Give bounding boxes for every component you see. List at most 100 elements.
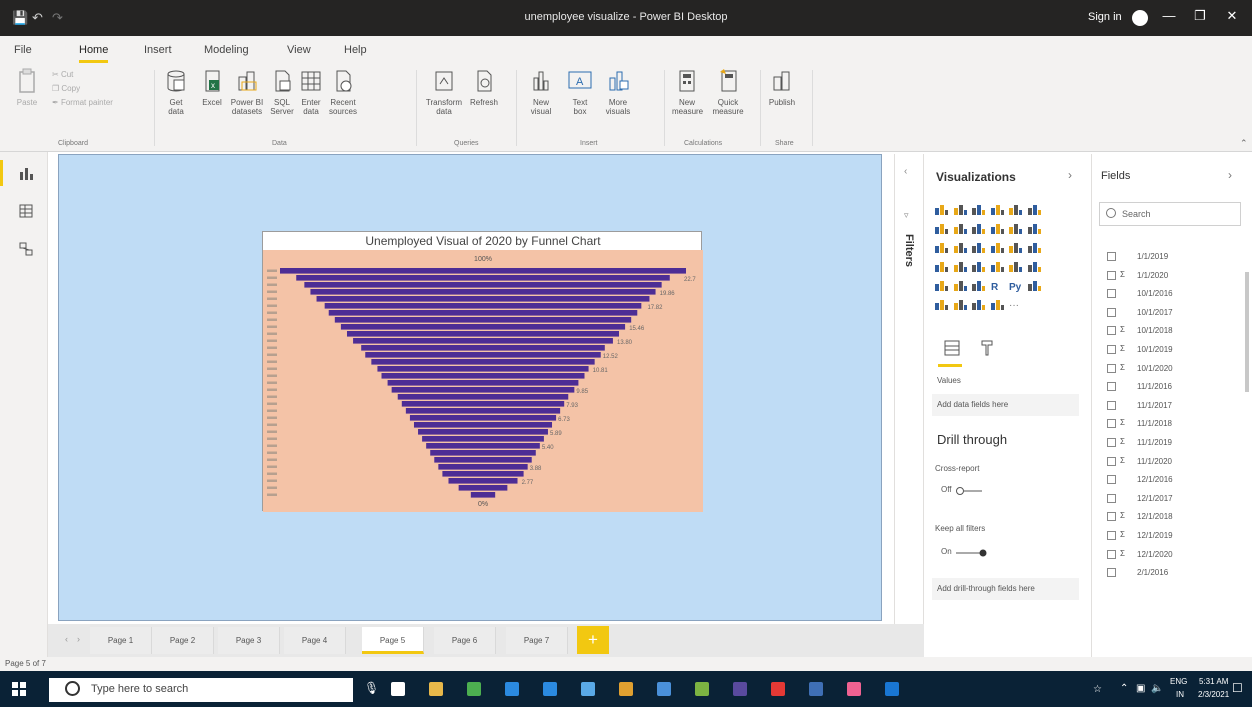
funnel-bar[interactable]	[365, 352, 601, 358]
kpi-icon[interactable]	[934, 279, 948, 292]
text-box-button[interactable]: A Text box	[566, 68, 594, 116]
publish-button[interactable]: Publish	[768, 68, 796, 107]
field-item[interactable]: 1/1/2019	[1106, 251, 1244, 271]
notifications-icon[interactable]: ☐	[1232, 681, 1243, 695]
field-item[interactable]: Σ 11/1/2019	[1106, 437, 1244, 457]
funnel-bar[interactable]	[434, 457, 532, 463]
key-influencers-icon[interactable]	[1027, 279, 1041, 292]
minimize-button[interactable]: —	[1159, 8, 1179, 23]
funnel-bar[interactable]	[422, 436, 544, 442]
data-view-icon[interactable]	[19, 204, 33, 218]
funnel-bar[interactable]	[397, 394, 569, 400]
maximize-button[interactable]: ❐	[1190, 8, 1210, 24]
field-item[interactable]: 12/1/2017	[1106, 493, 1244, 513]
field-item[interactable]: 11/1/2016	[1106, 381, 1244, 401]
funnel-bar[interactable]	[442, 471, 524, 477]
task-view-icon[interactable]	[389, 681, 407, 697]
clustered-column-icon[interactable]	[990, 203, 1004, 216]
funnel-bar[interactable]	[340, 324, 626, 330]
get-data-button[interactable]: Get data	[162, 68, 190, 116]
100-column-icon[interactable]	[1027, 203, 1041, 216]
avatar[interactable]	[1132, 10, 1148, 26]
funnel-bar[interactable]	[296, 275, 670, 281]
language-indicator[interactable]: ENG	[1170, 677, 1187, 686]
line-stacked-icon[interactable]	[1008, 222, 1022, 235]
funnel-bar[interactable]	[448, 478, 518, 484]
app-icon[interactable]	[883, 681, 901, 697]
field-checkbox[interactable]	[1107, 252, 1116, 261]
fields-scrollbar[interactable]	[1245, 272, 1249, 392]
tab-view[interactable]: View	[287, 44, 311, 56]
funnel-bar[interactable]	[405, 408, 561, 414]
page-tab[interactable]: Page 4	[284, 627, 346, 654]
cut-button[interactable]: ✂ Cut	[52, 70, 73, 79]
next-page-icon[interactable]: ›	[77, 634, 80, 644]
funnel-bar[interactable]	[346, 331, 620, 337]
app-icon[interactable]	[845, 681, 863, 697]
values-well[interactable]: Add data fields here	[932, 394, 1079, 416]
funnel-bar[interactable]	[413, 422, 553, 428]
fields-search-input[interactable]: Search	[1099, 202, 1241, 226]
field-item[interactable]: Σ 10/1/2020	[1106, 363, 1244, 383]
refresh-button[interactable]: Refresh	[468, 68, 500, 107]
smart-narrative-icon[interactable]	[971, 298, 985, 311]
scatter-icon[interactable]	[971, 241, 985, 254]
funnel-icon[interactable]	[953, 241, 967, 254]
area-icon[interactable]	[953, 222, 967, 235]
tray-chevron-icon[interactable]: ⌃	[1120, 683, 1128, 694]
table-icon[interactable]	[971, 279, 985, 292]
funnel-bar[interactable]	[458, 485, 508, 491]
filled-map-icon[interactable]	[953, 260, 967, 273]
app-icon[interactable]	[807, 681, 825, 697]
field-item[interactable]: 11/1/2017	[1106, 400, 1244, 420]
chevron-right-icon[interactable]: ›	[1068, 168, 1072, 182]
field-item[interactable]: Σ 10/1/2018	[1106, 325, 1244, 345]
fields-tab-icon[interactable]	[942, 337, 962, 359]
clock-date[interactable]: 2/3/2021	[1198, 690, 1229, 699]
format-tab-icon[interactable]	[977, 337, 997, 359]
app-icon[interactable]	[731, 681, 749, 697]
field-checkbox[interactable]	[1107, 400, 1116, 410]
gauge-icon[interactable]	[990, 260, 1004, 273]
field-checkbox[interactable]	[1107, 345, 1116, 354]
edge-icon[interactable]	[503, 681, 521, 697]
funnel-bar[interactable]	[401, 401, 565, 407]
enter-data-button[interactable]: Enter data	[298, 68, 324, 116]
app-icon[interactable]	[655, 681, 673, 697]
quick-measure-button[interactable]: Quick measure	[708, 68, 748, 116]
map-icon[interactable]	[934, 260, 948, 273]
field-checkbox[interactable]	[1107, 531, 1116, 540]
vscode-icon[interactable]	[541, 681, 559, 697]
field-item[interactable]: Σ 12/1/2019	[1106, 530, 1244, 550]
shape-map-icon[interactable]	[971, 260, 985, 273]
card-icon[interactable]	[1008, 260, 1022, 273]
qa-icon[interactable]	[953, 298, 967, 311]
line-icon[interactable]	[934, 222, 948, 235]
more-visuals-button[interactable]: More visuals	[600, 68, 636, 116]
funnel-bar[interactable]	[470, 492, 496, 498]
tab-file[interactable]: File	[14, 44, 32, 56]
collapse-ribbon-icon[interactable]: ⌃	[1240, 138, 1248, 149]
close-button[interactable]: ✕	[1222, 8, 1242, 24]
field-item[interactable]: Σ 1/1/2020	[1106, 270, 1244, 290]
tab-insert[interactable]: Insert	[144, 44, 172, 56]
funnel-bar[interactable]	[430, 450, 536, 456]
paginated-icon[interactable]	[990, 298, 1004, 311]
page-tab[interactable]: Page 2	[152, 627, 214, 654]
field-item[interactable]: Σ 11/1/2018	[1106, 418, 1244, 438]
tab-home[interactable]: Home	[79, 44, 109, 63]
page-tab[interactable]: Page 3	[218, 627, 280, 654]
sign-in-link[interactable]: Sign in	[1088, 11, 1122, 23]
photos-icon[interactable]	[465, 681, 483, 697]
field-item[interactable]: Σ 10/1/2019	[1106, 344, 1244, 364]
treemap-icon[interactable]	[1027, 241, 1041, 254]
filters-label[interactable]: Filters	[903, 234, 915, 267]
keep-all-filters-toggle[interactable]	[954, 548, 988, 558]
pie-icon[interactable]	[990, 241, 1004, 254]
new-visual-button[interactable]: New visual	[526, 68, 556, 116]
multi-row-card-icon[interactable]	[1027, 260, 1041, 273]
field-checkbox[interactable]	[1107, 438, 1116, 447]
page-tab[interactable]: Page 1	[90, 627, 152, 654]
donut-icon[interactable]	[1008, 241, 1022, 254]
field-checkbox[interactable]	[1107, 475, 1116, 485]
